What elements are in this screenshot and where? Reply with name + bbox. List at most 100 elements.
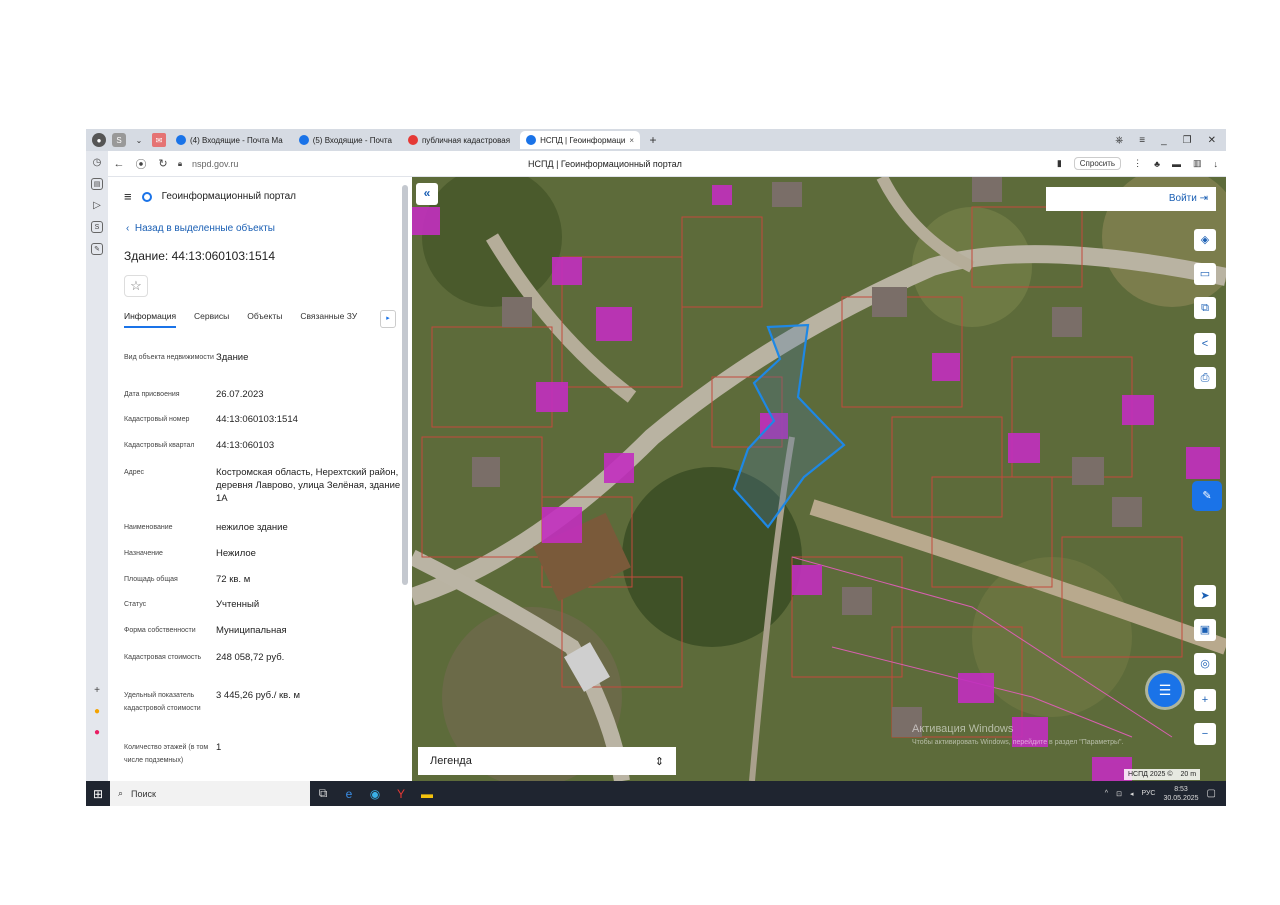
- sidebar-toggle-icon[interactable]: S: [112, 133, 126, 147]
- hat-icon[interactable]: ▬: [1172, 159, 1181, 169]
- collections-icon[interactable]: ▤: [91, 178, 103, 190]
- layers-icon[interactable]: ◈: [1194, 229, 1216, 251]
- back-link[interactable]: ‹ Назад в выделенные объекты: [126, 223, 275, 234]
- print-icon[interactable]: ⎙: [1194, 367, 1216, 389]
- back-icon[interactable]: ←: [108, 158, 130, 170]
- alice-icon[interactable]: ●: [94, 727, 100, 738]
- tab-nspd[interactable]: НСПД | Геоинформаци ×: [520, 131, 641, 149]
- collapse-panel-button[interactable]: «: [416, 183, 438, 205]
- taskbar-search[interactable]: ⌕ Поиск: [110, 781, 310, 806]
- panel-scrollbar[interactable]: [402, 185, 408, 585]
- mail-app-icon[interactable]: ●: [94, 706, 100, 717]
- ie-icon[interactable]: e: [336, 787, 362, 801]
- minimize-icon[interactable]: _: [1161, 135, 1167, 146]
- bookmark-icon[interactable]: ▮: [1057, 158, 1062, 169]
- tabs-menu-icon[interactable]: ⌄: [132, 133, 146, 147]
- task-view-icon[interactable]: ⧉: [310, 786, 336, 801]
- extension-icon[interactable]: ♣: [1154, 159, 1160, 169]
- prop-key: Дата присвоения: [124, 391, 180, 398]
- legend-dropdown[interactable]: Легенда ⇕: [418, 747, 676, 775]
- prop-area: Площадь общая 72 кв. м: [124, 573, 404, 586]
- network-icon[interactable]: ⊡: [1116, 790, 1122, 798]
- tab-related-land[interactable]: Связанные ЗУ: [300, 311, 357, 328]
- play-icon[interactable]: ▷: [93, 200, 101, 211]
- menu-icon[interactable]: ≡: [1139, 135, 1145, 146]
- new-tab-icon[interactable]: +: [646, 133, 660, 147]
- reload-icon[interactable]: ↻: [152, 157, 174, 170]
- profile-icon[interactable]: ●: [92, 133, 106, 147]
- download-icon[interactable]: ↓: [1214, 159, 1219, 169]
- panel-header: ≡ Геоинформационный портал: [124, 189, 296, 204]
- ask-label: Спросить: [1079, 159, 1116, 168]
- restore-icon[interactable]: ❐: [1183, 135, 1192, 146]
- address-bar-actions: ▮ Спросить ⋮ ♣ ▬ ▥ ↓: [1057, 157, 1226, 170]
- area-search-icon[interactable]: ⧉: [1194, 297, 1216, 319]
- edge-icon[interactable]: ◉: [362, 787, 388, 801]
- prop-value: Учтенный: [216, 599, 260, 610]
- prop-name: Наименование нежилое здание: [124, 521, 404, 534]
- zoom-in-icon[interactable]: +: [1194, 689, 1216, 711]
- add-panel-icon[interactable]: +: [94, 685, 100, 696]
- tray-up-icon[interactable]: ^: [1105, 790, 1108, 797]
- volume-icon[interactable]: ◂: [1130, 790, 1134, 798]
- ask-button[interactable]: Спросить: [1073, 157, 1122, 170]
- reader-icon[interactable]: ▥: [1193, 158, 1202, 169]
- windows-start-icon[interactable]: ⊞: [86, 787, 110, 801]
- mail-icon[interactable]: ✉: [152, 133, 166, 147]
- language-indicator[interactable]: РУС: [1141, 790, 1155, 797]
- geo-search-icon[interactable]: ◎: [1194, 653, 1216, 675]
- prop-key: Кадастровый номер: [124, 416, 190, 423]
- protect-icon[interactable]: ⦿: [130, 156, 152, 172]
- copyright-text: НСПД 2025 ©: [1128, 771, 1173, 778]
- chat-icon[interactable]: ☰: [1148, 673, 1182, 707]
- object-title: Здание: 44:13:060103:1514: [124, 249, 276, 263]
- draw-tool-icon[interactable]: ✎: [1192, 481, 1222, 511]
- login-button[interactable]: Войти ⇥: [1046, 187, 1216, 211]
- prop-value: Костромская область, Нерехтский район, д…: [216, 467, 401, 504]
- share-icon[interactable]: <: [1194, 333, 1216, 355]
- more-icon[interactable]: ⋮: [1133, 158, 1142, 169]
- clock[interactable]: 8:53 30.05.2025: [1164, 785, 1199, 803]
- extensions-icon[interactable]: ⎈: [1115, 135, 1123, 146]
- search-placeholder: Поиск: [131, 788, 156, 799]
- ruler-icon[interactable]: ▭: [1194, 263, 1216, 285]
- prop-value: Муниципальная: [216, 625, 287, 636]
- prop-assign-date: Дата присвоения 26.07.2023: [124, 388, 404, 401]
- minimap-icon[interactable]: ▣: [1194, 619, 1216, 641]
- portal-logo-icon: [141, 191, 152, 202]
- map-view[interactable]: « Войти ⇥ ◈ ▭ ⧉ < ⎙ ✎ ➤ ▣ ◎ + − ☰ Актива…: [412, 177, 1226, 781]
- prop-value: нежилое здание: [216, 522, 288, 533]
- file-explorer-icon[interactable]: ▬: [414, 787, 440, 801]
- prop-ownership: Форма собственности Муниципальная: [124, 624, 404, 637]
- tab-mail-1[interactable]: (4) Входящие - Почта Ма: [170, 131, 289, 149]
- locate-icon[interactable]: ➤: [1194, 585, 1216, 607]
- tabs-next-icon[interactable]: ▸: [380, 310, 396, 328]
- close-tab-icon[interactable]: ×: [629, 136, 634, 145]
- tab-search[interactable]: публичная кадастровая: [402, 131, 516, 149]
- prop-key: Площадь общая: [124, 576, 178, 583]
- tab-objects[interactable]: Объекты: [247, 311, 282, 328]
- prop-object-type: Вид объекта недвижимости Здание: [124, 351, 404, 364]
- yandex-browser-icon[interactable]: Y: [388, 787, 414, 801]
- tab-label: (4) Входящие - Почта Ма: [190, 135, 283, 145]
- prop-key: Адрес: [124, 469, 145, 476]
- notes-icon[interactable]: ✎: [91, 243, 103, 255]
- prop-key: Форма собственности: [124, 627, 196, 634]
- prop-floors: Количество этажей (в том числе подземных…: [124, 741, 404, 767]
- close-window-icon[interactable]: ✕: [1208, 135, 1216, 146]
- prop-cadastral-value: Кадастровая стоимость 248 058,72 руб.: [124, 651, 404, 664]
- menu-burger-icon[interactable]: ≡: [124, 189, 132, 204]
- tab-services[interactable]: Сервисы: [194, 311, 229, 328]
- mail-favicon: [298, 135, 309, 145]
- s-app-icon[interactable]: S: [91, 221, 103, 233]
- tab-mail-2[interactable]: (5) Входящие - Почта: [293, 131, 398, 149]
- tab-info[interactable]: Информация: [124, 311, 177, 328]
- notifications-icon[interactable]: ▢: [1207, 788, 1216, 799]
- favorite-star-icon[interactable]: ☆: [124, 275, 148, 297]
- prop-key: Количество этажей (в том числе подземных…: [124, 744, 209, 764]
- history-icon[interactable]: ◷: [93, 157, 102, 168]
- url-field[interactable]: nspd.gov.ru: [192, 159, 238, 169]
- prop-key: Назначение: [124, 550, 163, 557]
- activation-subtitle: Чтобы активировать Windows, перейдите в …: [912, 739, 1124, 746]
- zoom-out-icon[interactable]: −: [1194, 723, 1216, 745]
